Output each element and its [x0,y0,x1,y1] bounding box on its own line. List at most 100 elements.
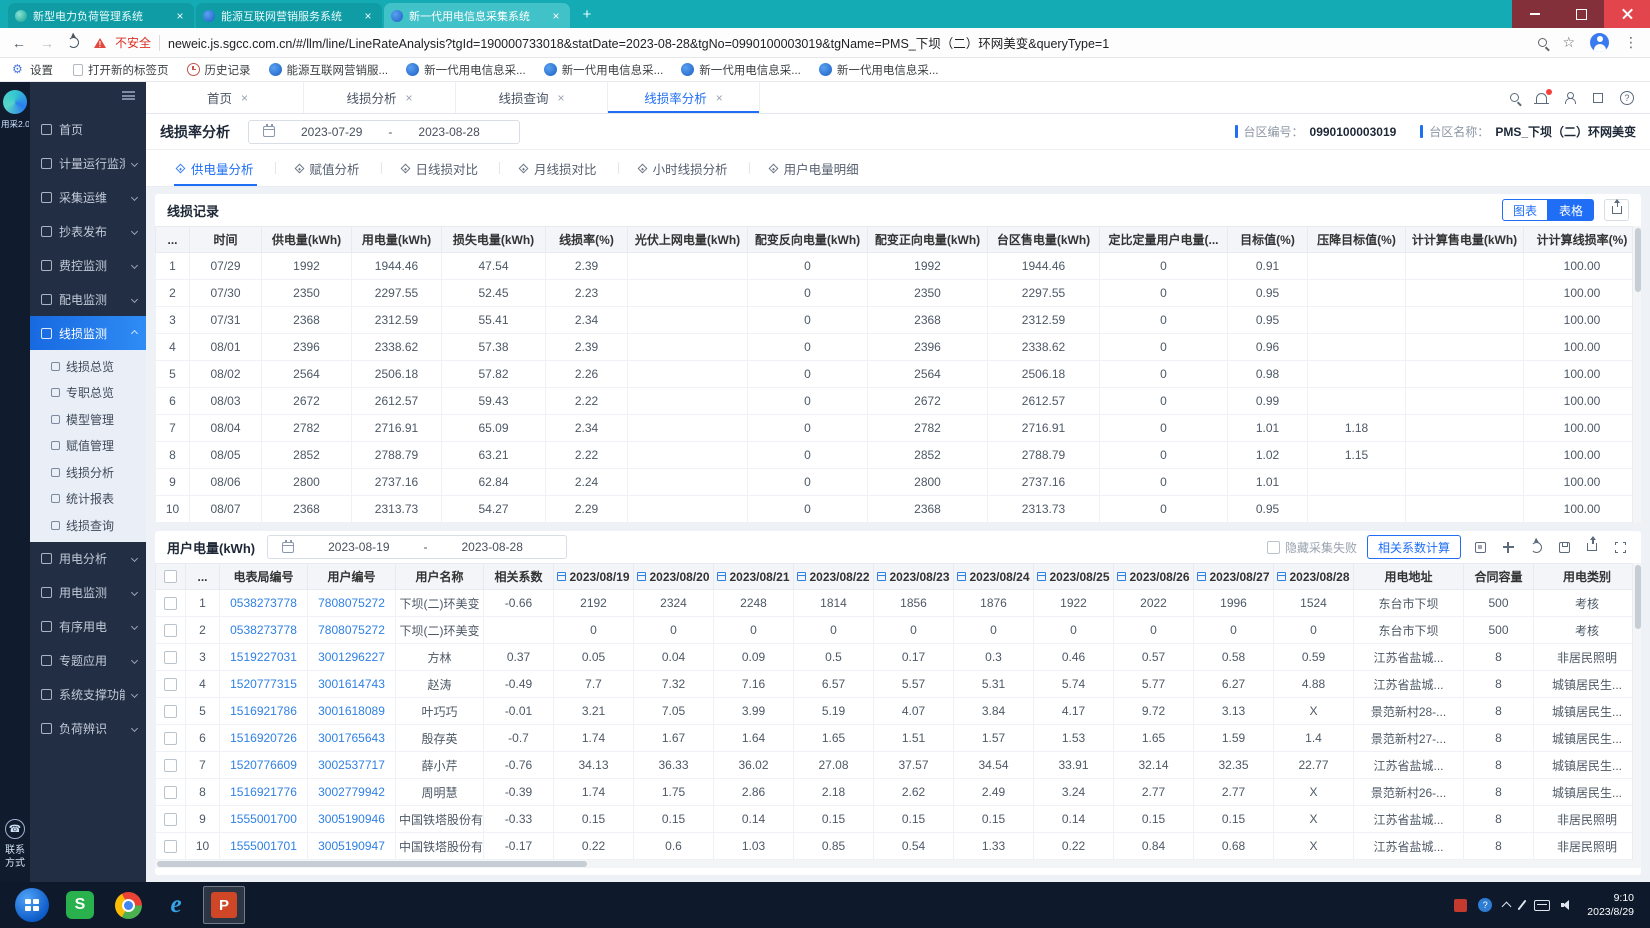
meter-number-link[interactable]: 1520777315 [230,677,297,691]
table-row[interactable]: 207/3023502297.5552.452.23023502297.5500… [156,280,1641,307]
user-number-link[interactable]: 7808075272 [318,623,385,637]
sidebar-item[interactable]: 费控监测 [30,248,146,282]
row-checkbox[interactable] [164,813,177,826]
table-row[interactable]: 915550017003005190946中国铁塔股份有限...-0.330.1… [156,806,1641,833]
browser-tab[interactable]: 新型电力负荷管理系统 [8,3,194,28]
avatar[interactable] [1590,33,1609,52]
tab-close-icon[interactable] [406,91,413,105]
tab-close-icon[interactable] [173,9,187,23]
meter-number-link[interactable]: 0538273778 [230,623,297,637]
back-icon[interactable] [12,36,26,50]
app-tab[interactable]: 线损分析 [304,82,456,113]
table-row[interactable]: 708/0427822716.9165.092.34027822716.9101… [156,415,1641,442]
table-row[interactable]: 808/0528522788.7963.212.22028522788.7901… [156,442,1641,469]
search-icon[interactable] [1510,93,1519,102]
add-button[interactable] [1499,538,1517,556]
table-row[interactable]: 1008/0723682313.7354.272.29023682313.730… [156,496,1641,523]
subtab[interactable]: 日线损对比 [381,150,500,186]
sidebar-subitem[interactable]: 专职总览 [30,380,146,407]
taskbar-chrome[interactable] [104,882,152,928]
browser-tab[interactable]: 新一代用电信息采集系统 [384,3,570,28]
sidebar-item[interactable]: 采集运维 [30,180,146,214]
taskbar-powerpoint[interactable]: P [200,882,248,928]
row-checkbox[interactable] [164,759,177,772]
chart-view-button[interactable]: 图表 [1502,199,1548,221]
sidebar-item[interactable]: 首页 [30,112,146,146]
sidebar-item[interactable]: 抄表发布 [30,214,146,248]
sidebar-item[interactable]: 系统支撑功能 [30,678,146,712]
tray-help-icon[interactable] [1478,898,1492,912]
sidebar-subitem[interactable]: 模型管理 [30,406,146,433]
sidebar-subitem[interactable]: 赋值管理 [30,433,146,460]
table-row[interactable]: 415207773153001614743赵涛-0.497.77.327.166… [156,671,1641,698]
meter-number-link[interactable]: 1516921776 [230,785,297,799]
table-row[interactable]: 107/2919921944.4647.542.39019921944.4600… [156,253,1641,280]
hide-failed-checkbox[interactable]: 隐藏采集失败 [1267,539,1357,556]
user-number-link[interactable]: 3001614743 [318,677,385,691]
user-number-link[interactable]: 3005190946 [318,812,385,826]
user-number-link[interactable]: 3001618089 [318,704,385,718]
horizontal-scrollbar[interactable] [155,860,1641,868]
export-button[interactable] [1583,538,1601,556]
column-settings-button[interactable] [1471,538,1489,556]
scrollbar-thumb[interactable] [1635,228,1641,292]
table-row[interactable]: 105382737787808075272下坝(二)环美变-0.66219223… [156,590,1641,617]
maximize-button[interactable] [1558,0,1604,28]
app-logo[interactable] [3,90,27,114]
sidebar-item[interactable]: 用电分析 [30,542,146,576]
table-row[interactable]: 408/0123962338.6257.382.39023962338.6200… [156,334,1641,361]
minimize-button[interactable] [1512,0,1558,28]
user-number-link[interactable]: 3005190947 [318,839,385,853]
fullscreen-button[interactable] [1611,538,1629,556]
tab-close-icon[interactable] [558,91,565,105]
subtab[interactable]: 月线损对比 [499,150,618,186]
table-row[interactable]: 908/0628002737.1662.842.24028002737.1601… [156,469,1641,496]
bookmark-item[interactable]: 打开新的标签页 [71,62,169,78]
table-row[interactable]: 315192270313001296227方林0.370.050.040.090… [156,644,1641,671]
bookmark-star-icon[interactable] [1562,34,1575,51]
contact-block[interactable]: 联系 方式 [5,819,25,870]
bookmark-item[interactable]: 新一代用电信息采... [681,62,801,78]
fullscreen-icon[interactable] [1593,93,1603,103]
user-number-link[interactable]: 3002779942 [318,785,385,799]
table-row[interactable]: 615169207263001765643殷存英-0.71.741.671.64… [156,725,1641,752]
subtab[interactable]: 赋值分析 [275,150,381,186]
refresh-button[interactable] [1527,538,1545,556]
taskbar-clock[interactable]: 9:10 2023/8/29 [1587,891,1634,919]
bookmark-item[interactable]: 设置 [12,62,53,78]
scrollbar-thumb[interactable] [157,861,587,867]
sidebar-item[interactable]: 计量运行监测 [30,146,146,180]
user-number-link[interactable]: 3001296227 [318,650,385,664]
scrollbar-thumb[interactable] [1635,565,1641,629]
table-row[interactable]: 1015550017013005190947中国铁塔股份有限...-0.170.… [156,833,1641,860]
url-text[interactable]: neweic.js.sgcc.com.cn/#/llm/line/LineRat… [168,33,1109,52]
row-checkbox[interactable] [164,597,177,610]
app-tab[interactable]: 首页 [152,82,304,113]
table-row[interactable]: 307/3123682312.5955.412.34023682312.5900… [156,307,1641,334]
user-number-link[interactable]: 3001765643 [318,731,385,745]
sidebar-subitem[interactable]: 线损查询 [30,512,146,539]
bookmark-item[interactable]: 新一代用电信息采... [819,62,939,78]
volume-icon[interactable] [1561,900,1572,911]
save-button[interactable] [1555,538,1573,556]
bookmark-item[interactable]: 能源互联网营销服... [269,62,389,78]
bookmark-item[interactable]: 新一代用电信息采... [544,62,664,78]
app-tab[interactable]: 线损率分析 [608,82,760,113]
sidebar-subitem[interactable]: 线损总览 [30,353,146,380]
row-checkbox[interactable] [164,840,177,853]
pen-icon[interactable] [1518,900,1527,911]
table-row[interactable]: 205382737787808075272下坝(二)环美变0000000000东… [156,617,1641,644]
meter-number-link[interactable]: 1555001700 [230,812,297,826]
tab-close-icon[interactable] [716,91,723,105]
date-range-picker[interactable]: 2023-08-19 - 2023-08-28 [267,535,567,559]
table-view-button[interactable]: 表格 [1548,199,1594,221]
date-range-picker[interactable]: 2023-07-29 - 2023-08-28 [248,120,520,144]
sidebar-subitem[interactable]: 线损分析 [30,459,146,486]
tab-close-icon[interactable] [241,91,248,105]
notifications-bell-icon[interactable] [1536,93,1547,103]
sidebar-subitem[interactable]: 统计报表 [30,486,146,513]
help-icon[interactable] [1620,91,1634,105]
chevron-up-icon[interactable] [1502,902,1512,912]
address-bar[interactable]: 不安全 neweic.js.sgcc.com.cn/#/llm/line/Lin… [93,33,1524,52]
keyboard-icon[interactable] [1534,900,1550,911]
